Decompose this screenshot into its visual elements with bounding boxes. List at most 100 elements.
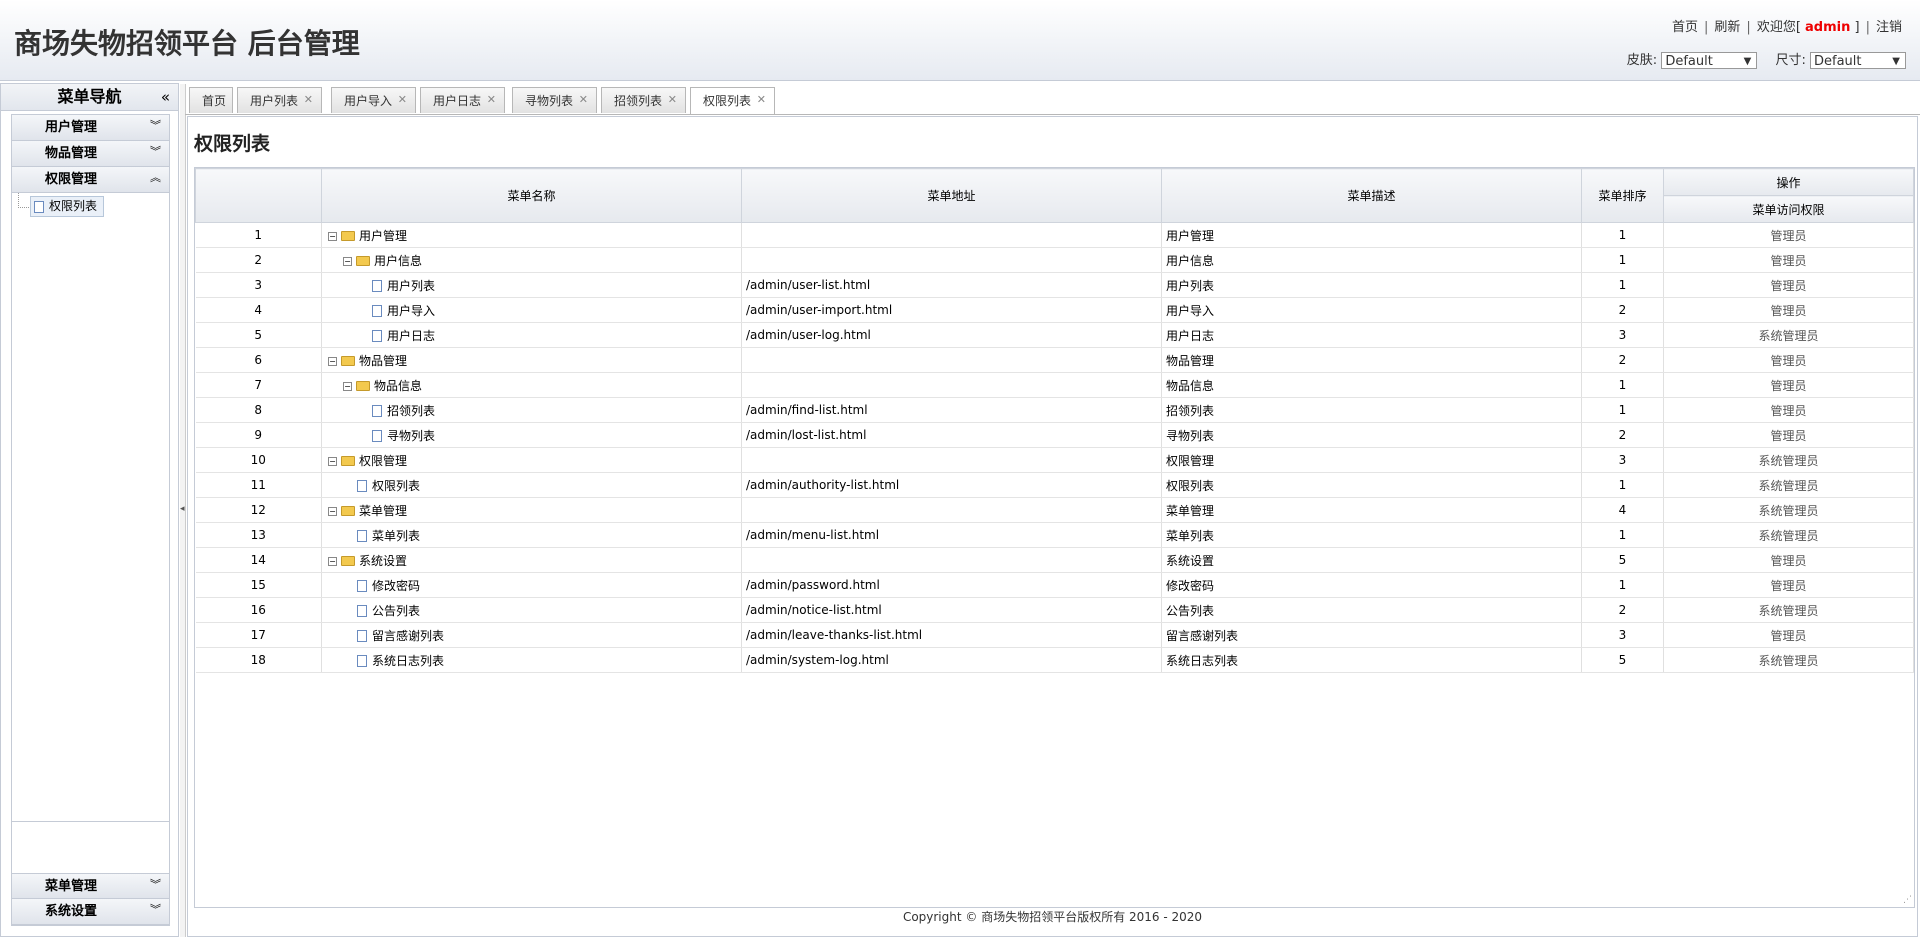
table-row[interactable]: 13 菜单列表/admin/menu-list.html 菜单列表 1 系统管理员 [195, 522, 1914, 548]
cell-menu-url: /admin/notice-list.html [741, 597, 1162, 623]
sidebar-group-user[interactable]: 用户管理 ︾ [12, 115, 169, 141]
tab-label: 招领列表 [614, 94, 663, 108]
sidebar-group-authority[interactable]: 权限管理 ︽ [12, 167, 169, 193]
cell-access-role: 管理员 [1663, 547, 1914, 573]
collapse-node-icon[interactable]: − [343, 381, 352, 391]
sidebar-group-settings[interactable]: 系统设置 ︾ [12, 899, 169, 925]
collapse-node-icon[interactable]: − [328, 356, 337, 366]
logout-link[interactable]: 注销 [1876, 16, 1902, 35]
cell-menu-name: 用户日志 [321, 322, 742, 348]
close-icon[interactable]: ✕ [757, 87, 766, 113]
cell-menu-order: 1 [1581, 522, 1664, 548]
cell-menu-order: 2 [1581, 347, 1664, 373]
tab-find-list[interactable]: 招领列表 ✕ [601, 87, 686, 113]
table-row[interactable]: 4 用户导入/admin/user-import.html 用户导入 2 管理员 [195, 297, 1914, 323]
cell-menu-name: 修改密码 [321, 572, 742, 598]
collapse-sidebar-icon[interactable]: « [161, 84, 170, 110]
tab-authority-list[interactable]: 权限列表 ✕ [690, 87, 775, 114]
table-body: 1− 用户管理 用户管理 1 管理员 2− 用户信息 用户信息 1 管理员 3 用户列表/admin/… [195, 222, 1914, 673]
tab-home[interactable]: 首页 [189, 87, 233, 113]
close-icon[interactable]: ✕ [579, 87, 588, 113]
sidebar-item-authority-list[interactable]: 权限列表 [30, 196, 105, 217]
home-link[interactable]: 首页 [1672, 16, 1698, 35]
table-row[interactable]: 18 系统日志列表/admin/system-log.html 系统日志列表 5 系统管… [195, 647, 1914, 673]
size-label: 尺寸: [1775, 53, 1806, 68]
table-row[interactable]: 9 寻物列表/admin/lost-list.html 寻物列表 2 管理员 [195, 422, 1914, 448]
sidebar-title: 菜单导航 [57, 87, 122, 106]
tab-user-log[interactable]: 用户日志 ✕ [420, 87, 505, 113]
close-icon[interactable]: ✕ [304, 87, 313, 113]
file-icon [372, 430, 382, 442]
collapse-node-icon[interactable]: − [343, 256, 352, 266]
expand-icon: ︾ [150, 119, 161, 132]
sidebar-group-menu[interactable]: 菜单管理 ︾ [12, 873, 169, 899]
cell-menu-url [741, 447, 1162, 473]
row-number: 17 [195, 622, 322, 648]
cell-menu-name: − 用户信息 [321, 247, 742, 273]
group-label: 菜单管理 [45, 879, 98, 894]
cell-menu-desc: 用户列表 [1161, 272, 1582, 298]
tab-lost-list[interactable]: 寻物列表 ✕ [512, 87, 597, 113]
skin-label: 皮肤: [1626, 53, 1658, 68]
collapse-node-icon[interactable]: − [328, 506, 337, 516]
close-icon[interactable]: ✕ [487, 87, 496, 113]
folder-icon [341, 356, 355, 366]
table-row[interactable]: 5 用户日志/admin/user-log.html 用户日志 3 系统管理员 [195, 322, 1914, 348]
cell-menu-desc: 用户日志 [1161, 322, 1582, 348]
group-label: 系统设置 [45, 904, 98, 919]
table-row[interactable]: 11 权限列表/admin/authority-list.html 权限列表 1 系统管… [195, 472, 1914, 498]
refresh-link[interactable]: 刷新 [1714, 16, 1740, 35]
table-row[interactable]: 6− 物品管理 物品管理 2 管理员 [195, 347, 1914, 373]
column-header-desc[interactable]: 菜单描述 [1161, 168, 1582, 223]
welcome-suffix: ] [1854, 20, 1860, 35]
size-select[interactable]: Default ▼ [1810, 52, 1906, 69]
cell-menu-order: 3 [1581, 322, 1664, 348]
table-row[interactable]: 15 修改密码/admin/password.html 修改密码 1 管理员 [195, 572, 1914, 598]
table-row[interactable]: 2− 用户信息 用户信息 1 管理员 [195, 247, 1914, 273]
row-number: 3 [195, 272, 322, 298]
table-row[interactable]: 16 公告列表/admin/notice-list.html 公告列表 2 系统管理员 [195, 597, 1914, 623]
cell-menu-name: − 物品信息 [321, 372, 742, 398]
resize-grip-icon[interactable]: ⋰ [1903, 895, 1912, 905]
column-header-order[interactable]: 菜单排序 [1581, 168, 1664, 223]
tab-user-import[interactable]: 用户导入 ✕ [331, 87, 416, 113]
tab-user-list[interactable]: 用户列表 ✕ [237, 87, 322, 113]
cell-menu-url: /admin/user-log.html [741, 322, 1162, 348]
tab-label: 用户列表 [250, 94, 299, 108]
skin-select[interactable]: Default ▼ [1661, 52, 1758, 69]
cell-menu-name: 招领列表 [321, 397, 742, 423]
close-icon[interactable]: ✕ [398, 87, 407, 113]
table-row[interactable]: 17 留言感谢列表/admin/leave-thanks-list.html 留言感… [195, 622, 1914, 648]
file-icon [357, 580, 367, 592]
table-row[interactable]: 1− 用户管理 用户管理 1 管理员 [195, 222, 1914, 248]
sidebar-group-item[interactable]: 物品管理 ︾ [12, 141, 169, 167]
column-header-url[interactable]: 菜单地址 [741, 168, 1162, 223]
separator: | [1865, 20, 1870, 35]
collapse-node-icon[interactable]: − [328, 456, 337, 466]
separator: | [1704, 20, 1709, 35]
file-icon [372, 305, 382, 317]
tab-label: 用户导入 [344, 94, 393, 108]
table-row[interactable]: 14− 系统设置 系统设置 5 管理员 [195, 547, 1914, 573]
column-header-access[interactable]: 菜单访问权限 [1663, 195, 1914, 223]
table-row[interactable]: 10− 权限管理 权限管理 3 系统管理员 [195, 447, 1914, 473]
table-row[interactable]: 7− 物品信息 物品信息 1 管理员 [195, 372, 1914, 398]
cell-menu-order: 1 [1581, 272, 1664, 298]
menu-name-label: 权限列表 [372, 478, 421, 493]
cell-menu-desc: 招领列表 [1161, 397, 1582, 423]
table-row[interactable]: 12− 菜单管理 菜单管理 4 系统管理员 [195, 497, 1914, 523]
header: 商场失物招领平台 后台管理 首页 | 刷新 | 欢迎您[ admin ] | 注销 皮肤: … [0, 0, 1920, 81]
column-header-name[interactable]: 菜单名称 [321, 168, 742, 223]
cell-access-role: 管理员 [1663, 347, 1914, 373]
cell-menu-desc: 物品信息 [1161, 372, 1582, 398]
table-row[interactable]: 8 招领列表/admin/find-list.html 招领列表 1 管理员 [195, 397, 1914, 423]
cell-menu-order: 1 [1581, 372, 1664, 398]
table-row[interactable]: 3 用户列表/admin/user-list.html 用户列表 1 管理员 [195, 272, 1914, 298]
tab-label: 用户日志 [433, 94, 482, 108]
cell-menu-name: − 用户管理 [321, 222, 742, 248]
cell-menu-order: 3 [1581, 447, 1664, 473]
collapse-node-icon[interactable]: − [328, 231, 337, 241]
collapse-node-icon[interactable]: − [328, 556, 337, 566]
folder-icon [341, 506, 355, 516]
close-icon[interactable]: ✕ [668, 87, 677, 113]
